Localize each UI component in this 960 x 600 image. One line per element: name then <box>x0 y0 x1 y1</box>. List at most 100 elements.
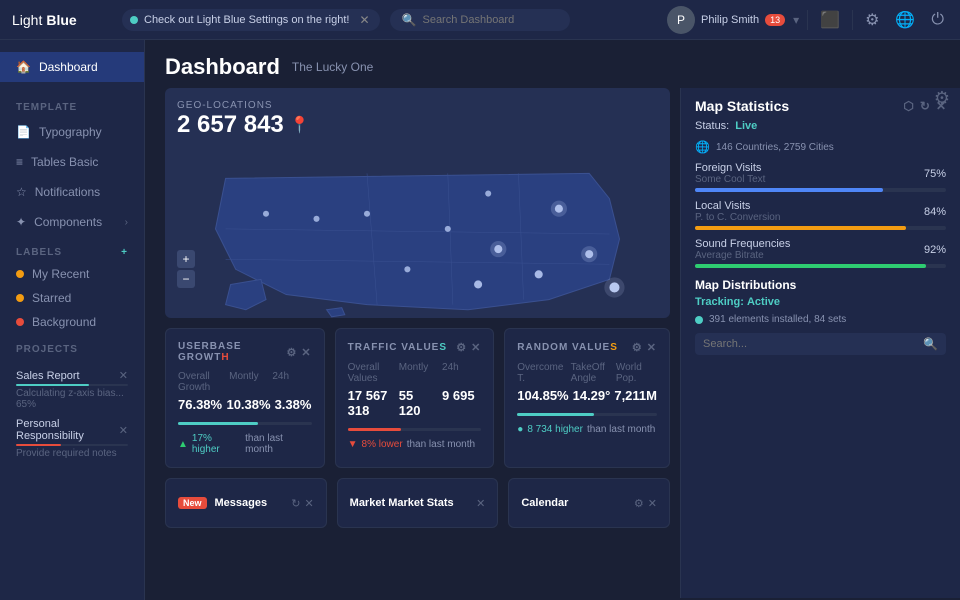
chevron-down-icon[interactable]: ▾ <box>793 13 799 27</box>
stat-userbase-values: 76.38% 10.38% 3.38% <box>178 397 312 412</box>
project-personal-header: Personal Responsibility ✕ <box>16 418 128 442</box>
template-label: TEMPLATE <box>16 102 77 113</box>
tab-close-icon[interactable]: ✕ <box>359 13 369 27</box>
settings-icon[interactable]: ⚙ <box>861 8 883 32</box>
stat-traffic-fill <box>348 428 401 431</box>
sidebar: 🏠 Dashboard TEMPLATE 📄 Typography ≡ Tabl… <box>0 40 145 600</box>
map-stats-title: Map Statistics ⬡ ↻ ✕ <box>695 98 946 114</box>
settings-random-icon[interactable]: ⚙ <box>632 341 643 354</box>
metric-local-header: Local Visits P. to C. Conversion 84% <box>695 200 946 223</box>
project-sales-bar <box>16 384 128 386</box>
page-title: Dashboard <box>165 54 280 80</box>
metric-local-label: Local Visits <box>695 200 780 212</box>
stat-traffic-headers: Overall Values Montly 24h <box>348 362 482 384</box>
settings-traffic-icon[interactable]: ⚙ <box>456 341 467 354</box>
zoom-in-button[interactable]: + <box>177 250 195 268</box>
close-messages-icon[interactable]: ✕ <box>304 497 313 510</box>
sidebar-item-dashboard[interactable]: 🏠 Dashboard <box>0 52 144 82</box>
status-value: Live <box>735 120 757 132</box>
stat-card-random-title: RANDOM VALUES ⚙ ✕ <box>517 341 657 354</box>
sidebar-item-tables[interactable]: ≡ Tables Basic <box>0 147 144 177</box>
globe-nav-icon[interactable]: 🌐 <box>891 8 919 32</box>
rp-search-input[interactable] <box>703 338 917 350</box>
metric-sound-header: Sound Frequencies Average Bitrate 92% <box>695 238 946 261</box>
stat-traffic-icons: ⚙ ✕ <box>456 341 481 354</box>
stat-random-progress <box>517 413 657 416</box>
tables-icon: ≡ <box>16 155 23 169</box>
close-traffic-icon[interactable]: ✕ <box>471 341 481 354</box>
notifications-icon: ☆ <box>16 185 27 199</box>
stat-random-headers: Overcome T. TakeOff Angle World Pop. <box>517 362 657 384</box>
bottom-card-market: Market Market Stats ✕ <box>337 478 499 528</box>
metric-foreign-bar <box>695 188 946 192</box>
main-grid: GEO-LOCATIONS 2 657 843 📍 <box>145 88 960 598</box>
project-personal: Personal Responsibility ✕ Provide requir… <box>16 418 128 459</box>
stat-card-userbase-title: USERBASE GROWTH ⚙ ✕ <box>178 341 312 363</box>
countries-text: 146 Countries, 2759 Cities <box>716 142 834 153</box>
sidebar-item-notifications[interactable]: ☆ Notifications <box>0 177 144 207</box>
tab-pill[interactable]: Check out Light Blue Settings on the rig… <box>122 9 380 31</box>
gear-corner-icon[interactable]: ⚙ <box>934 88 950 109</box>
tab-text: Check out Light Blue Settings on the rig… <box>144 14 349 26</box>
settings-calendar-icon[interactable]: ⚙ <box>634 497 644 510</box>
metric-foreign: Foreign Visits Some Cool Text 75% <box>695 162 946 192</box>
monitor-icon[interactable]: ⬛ <box>816 8 844 32</box>
stat-traffic-progress <box>348 428 482 431</box>
market-title: Market Market Stats <box>350 497 454 509</box>
topbar: Light Blue Check out Light Blue Settings… <box>0 0 960 40</box>
label-my-recent[interactable]: My Recent <box>0 262 144 286</box>
projects-list: Sales Report ✕ Calculating z-axis bias..… <box>0 359 144 471</box>
stat-random-highlight: 8 734 higher <box>527 424 583 435</box>
topbar-right: P Philip Smith 13 ▾ ⬛ ⚙ 🌐 ⏻ <box>667 6 948 34</box>
metric-foreign-fill <box>695 188 883 192</box>
refresh-icon[interactable]: ↻ <box>920 99 930 113</box>
elements-text: 391 elements installed, 84 sets <box>709 314 846 325</box>
project-personal-close[interactable]: ✕ <box>119 424 128 437</box>
project-sales-close[interactable]: ✕ <box>119 369 128 382</box>
label-background[interactable]: Background <box>0 310 144 334</box>
link-icon[interactable]: ⬡ <box>903 99 913 113</box>
stat-card-random: RANDOM VALUES ⚙ ✕ Overcome T. TakeOff An… <box>504 328 670 468</box>
bottom-row: New Messages ↻ ✕ Market Market Stats ✕ <box>165 478 670 528</box>
accent-h: H <box>221 352 229 363</box>
template-section: TEMPLATE <box>0 92 144 117</box>
elements-info: 391 elements installed, 84 sets <box>695 314 946 325</box>
map-count-value: 2 657 843 <box>177 111 284 139</box>
close-random-icon[interactable]: ✕ <box>647 341 657 354</box>
bottom-card-calendar: Calendar ⚙ ✕ <box>508 478 670 528</box>
close-calendar-icon[interactable]: ✕ <box>648 497 657 510</box>
power-icon[interactable]: ⏻ <box>927 9 948 31</box>
label-text-starred: Starred <box>32 291 71 305</box>
sidebar-item-components[interactable]: ✦ Components › <box>0 207 144 237</box>
messages-title: Messages <box>215 497 268 509</box>
stat-random-values: 104.85% 14.29° 7,211M <box>517 388 657 403</box>
zoom-out-button[interactable]: − <box>177 270 195 288</box>
map-count: 2 657 843 📍 <box>177 111 658 139</box>
search-bar[interactable]: 🔍 <box>390 9 570 31</box>
label-dot-bg <box>16 318 24 326</box>
user-badge: 13 <box>765 14 785 26</box>
labels-add[interactable]: + <box>121 247 128 258</box>
metric-local-bar <box>695 226 946 230</box>
arrow-down-icon: ▼ <box>348 439 358 450</box>
project-sales-fill <box>16 384 89 386</box>
user-info: P Philip Smith 13 <box>667 6 785 34</box>
search-input[interactable] <box>422 14 557 26</box>
close-card-icon[interactable]: ✕ <box>301 346 311 359</box>
market-icons: ✕ <box>476 497 485 510</box>
stat-card-traffic: TRAFFIC VALUES ⚙ ✕ Overall Values Montly… <box>335 328 495 468</box>
close-market-icon[interactable]: ✕ <box>476 497 485 510</box>
sidebar-item-typography[interactable]: 📄 Typography <box>0 117 144 147</box>
page-header: Dashboard The Lucky One <box>145 40 960 88</box>
tracking-value: Active <box>747 296 780 308</box>
metric-local-sub: P. to C. Conversion <box>695 212 780 223</box>
content: Dashboard The Lucky One ⚙ GEO-LOCATIONS … <box>145 40 960 600</box>
logo-bold: Blue <box>46 12 76 28</box>
rp-search-bar[interactable]: 🔍 <box>695 333 946 355</box>
label-text-recent: My Recent <box>32 267 89 281</box>
refresh-messages-icon[interactable]: ↻ <box>291 497 300 510</box>
label-starred[interactable]: Starred <box>0 286 144 310</box>
rp-search-icon[interactable]: 🔍 <box>923 337 938 351</box>
distributions-title: Map Distributions <box>695 278 946 292</box>
settings-card-icon[interactable]: ⚙ <box>287 346 298 359</box>
